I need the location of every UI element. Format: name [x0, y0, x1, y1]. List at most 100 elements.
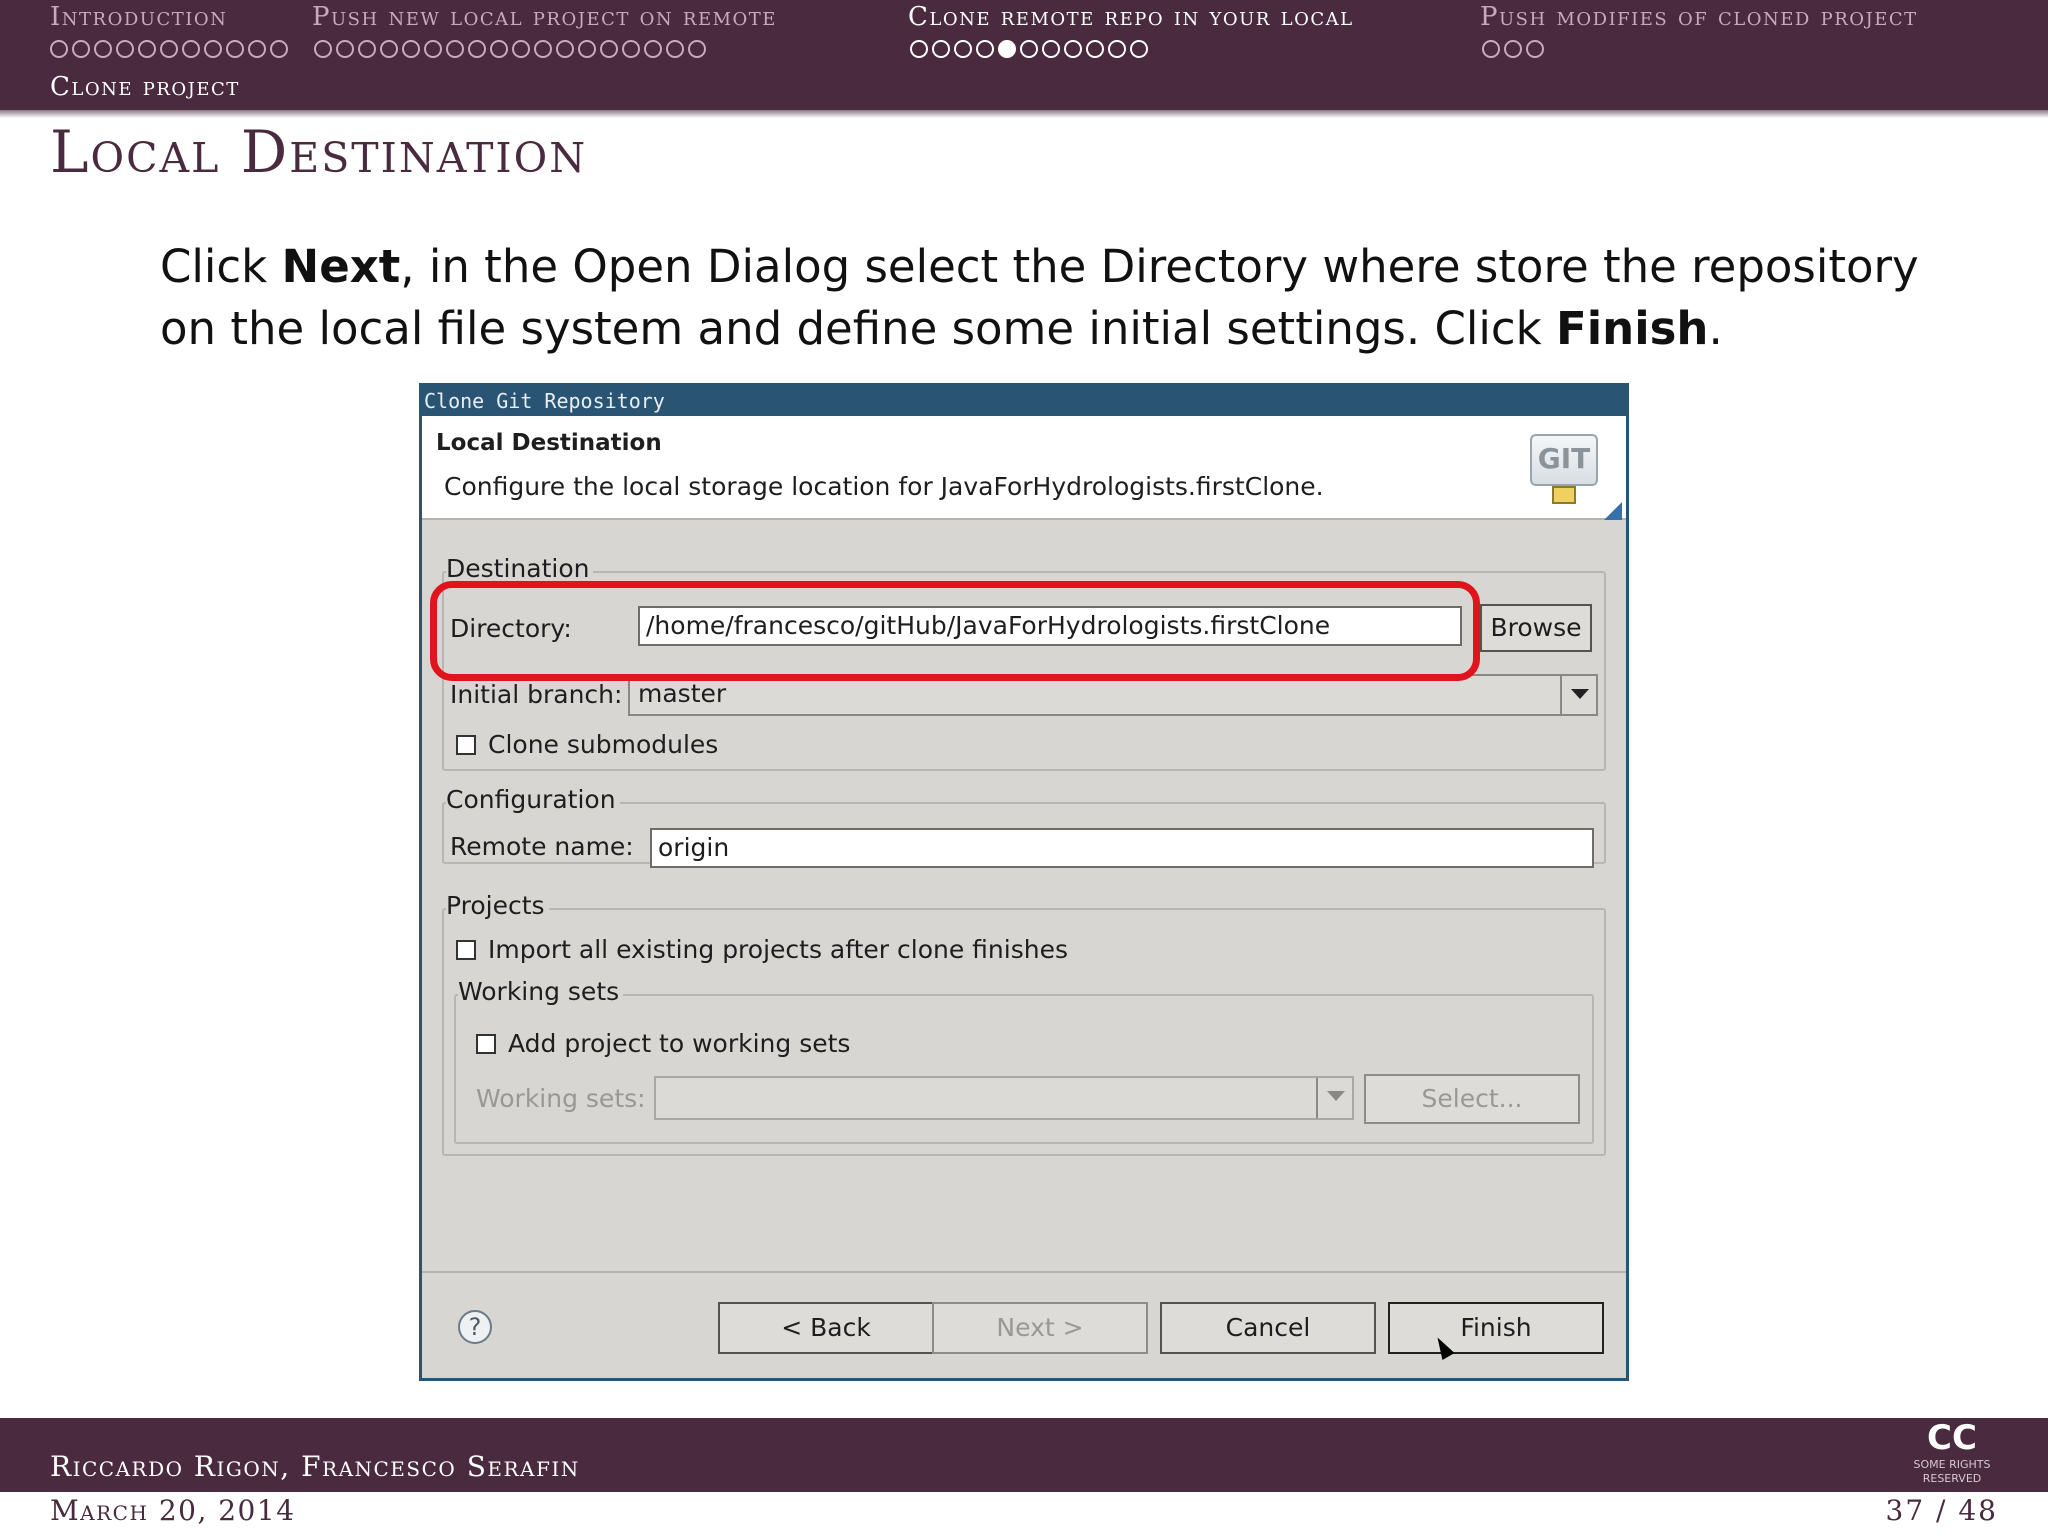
- nav-dot[interactable]: [50, 40, 68, 58]
- configuration-group-label: Configuration: [446, 785, 620, 814]
- nav-dot[interactable]: [578, 40, 596, 58]
- destination-group-label: Destination: [446, 554, 594, 583]
- nav-dots-clone-remote[interactable]: [910, 40, 1148, 58]
- nav-dot[interactable]: [1130, 40, 1148, 58]
- clone-submodules-label[interactable]: Clone submodules: [488, 730, 718, 759]
- initial-branch-value: master: [638, 679, 727, 708]
- nav-section-push-modifies[interactable]: Push modifies of cloned project: [1480, 2, 1918, 32]
- clone-git-repository-dialog: Clone Git Repository Local Destination C…: [419, 383, 1629, 1381]
- nav-dot[interactable]: [248, 40, 266, 58]
- initial-branch-label: Initial branch:: [450, 680, 623, 709]
- nav-dot[interactable]: [204, 40, 222, 58]
- nav-dot[interactable]: [556, 40, 574, 58]
- nav-dot[interactable]: [600, 40, 618, 58]
- nav-dot[interactable]: [666, 40, 684, 58]
- nav-dot[interactable]: [138, 40, 156, 58]
- nav-dots-push-new-project[interactable]: [314, 40, 706, 58]
- nav-dot[interactable]: [954, 40, 972, 58]
- nav-section-introduction[interactable]: Introduction: [50, 2, 227, 32]
- body-part-1: Click: [160, 240, 282, 293]
- browse-button[interactable]: Browse: [1480, 604, 1592, 652]
- nav-section-push-new-project[interactable]: Push new local project on remote: [312, 2, 777, 32]
- body-finish-bold: Finish: [1556, 302, 1709, 355]
- finish-button[interactable]: Finish: [1388, 1302, 1604, 1354]
- body-text: Click Next, in the Open Dialog select th…: [160, 236, 1960, 360]
- nav-dot[interactable]: [1020, 40, 1038, 58]
- nav-dot[interactable]: [270, 40, 288, 58]
- creative-commons-logo: CC SOME RIGHTS RESERVED: [1884, 1418, 2020, 1485]
- nav-dot[interactable]: [910, 40, 928, 58]
- dialog-titlebar[interactable]: Clone Git Repository: [422, 386, 1626, 416]
- banner-description: Configure the local storage location for…: [444, 472, 1324, 501]
- nav-dot[interactable]: [1042, 40, 1060, 58]
- nav-dot[interactable]: [1526, 40, 1544, 58]
- nav-dot[interactable]: [622, 40, 640, 58]
- nav-dots-introduction[interactable]: [50, 40, 288, 58]
- nav-dot[interactable]: [116, 40, 134, 58]
- working-sets-select[interactable]: [654, 1076, 1354, 1120]
- add-to-working-sets-label[interactable]: Add project to working sets: [508, 1029, 850, 1058]
- nav-dot[interactable]: [512, 40, 530, 58]
- slide-header: Introduction Push new local project on r…: [0, 0, 2048, 110]
- remote-name-input[interactable]: origin: [650, 828, 1594, 868]
- nav-dot[interactable]: [402, 40, 420, 58]
- clone-submodules-checkbox[interactable]: [456, 735, 476, 755]
- nav-dot[interactable]: [998, 40, 1016, 58]
- nav-dot[interactable]: [1086, 40, 1104, 58]
- footer-lower: [0, 1492, 2048, 1536]
- nav-subsection[interactable]: Clone project: [50, 72, 240, 102]
- nav-section-clone-remote[interactable]: Clone remote repo in your local: [908, 2, 1354, 32]
- back-button[interactable]: < Back: [718, 1302, 934, 1354]
- select-working-sets-button[interactable]: Select...: [1364, 1074, 1580, 1124]
- working-sets-label: Working sets:: [476, 1084, 646, 1113]
- nav-dot[interactable]: [446, 40, 464, 58]
- banner-corner-icon: [1604, 502, 1622, 520]
- nav-dot[interactable]: [424, 40, 442, 58]
- git-logo-icon: GIT: [1530, 434, 1598, 486]
- projects-group-label: Projects: [446, 891, 549, 920]
- footer-authors: Riccardo Rigon, Francesco Serafin: [50, 1450, 580, 1483]
- nav-dot[interactable]: [1482, 40, 1500, 58]
- body-part-3: .: [1708, 302, 1723, 355]
- chevron-down-icon[interactable]: [1560, 676, 1596, 714]
- nav-dot[interactable]: [94, 40, 112, 58]
- working-sets-group-label: Working sets: [458, 977, 624, 1006]
- nav-dot[interactable]: [490, 40, 508, 58]
- nav-dot[interactable]: [380, 40, 398, 58]
- nav-dot[interactable]: [182, 40, 200, 58]
- frame-title: Local Destination: [50, 118, 588, 186]
- cc-logo-text: CC: [1927, 1418, 1977, 1458]
- remote-name-label: Remote name:: [450, 832, 634, 861]
- add-to-working-sets-checkbox[interactable]: [476, 1034, 496, 1054]
- nav-dot[interactable]: [932, 40, 950, 58]
- cancel-button[interactable]: Cancel: [1160, 1302, 1376, 1354]
- header-shadow: [0, 110, 2048, 118]
- dialog-banner: Local Destination Configure the local st…: [422, 416, 1626, 520]
- nav-dot[interactable]: [1064, 40, 1082, 58]
- import-projects-label[interactable]: Import all existing projects after clone…: [488, 935, 1068, 964]
- footer-date: March 20, 2014: [50, 1494, 296, 1527]
- footer-page-number: 37 / 48: [1885, 1494, 1998, 1527]
- nav-dot[interactable]: [358, 40, 376, 58]
- nav-dot[interactable]: [976, 40, 994, 58]
- nav-dot[interactable]: [1504, 40, 1522, 58]
- button-bar-separator: [422, 1271, 1626, 1273]
- nav-dots-push-modifies[interactable]: [1482, 40, 1544, 58]
- git-plug-icon: [1552, 486, 1576, 504]
- nav-dot[interactable]: [688, 40, 706, 58]
- nav-dot[interactable]: [336, 40, 354, 58]
- nav-dot[interactable]: [534, 40, 552, 58]
- nav-dot[interactable]: [226, 40, 244, 58]
- nav-dot[interactable]: [644, 40, 662, 58]
- nav-dot[interactable]: [468, 40, 486, 58]
- chevron-down-icon[interactable]: [1316, 1078, 1352, 1118]
- nav-dot[interactable]: [72, 40, 90, 58]
- directory-highlight-box: [430, 581, 1480, 681]
- cc-rights-text: SOME RIGHTS RESERVED: [1913, 1458, 1991, 1485]
- nav-dot[interactable]: [1108, 40, 1126, 58]
- help-icon[interactable]: ?: [458, 1310, 492, 1344]
- import-projects-checkbox[interactable]: [456, 940, 476, 960]
- nav-dot[interactable]: [314, 40, 332, 58]
- nav-dot[interactable]: [160, 40, 178, 58]
- next-button[interactable]: Next >: [932, 1302, 1148, 1354]
